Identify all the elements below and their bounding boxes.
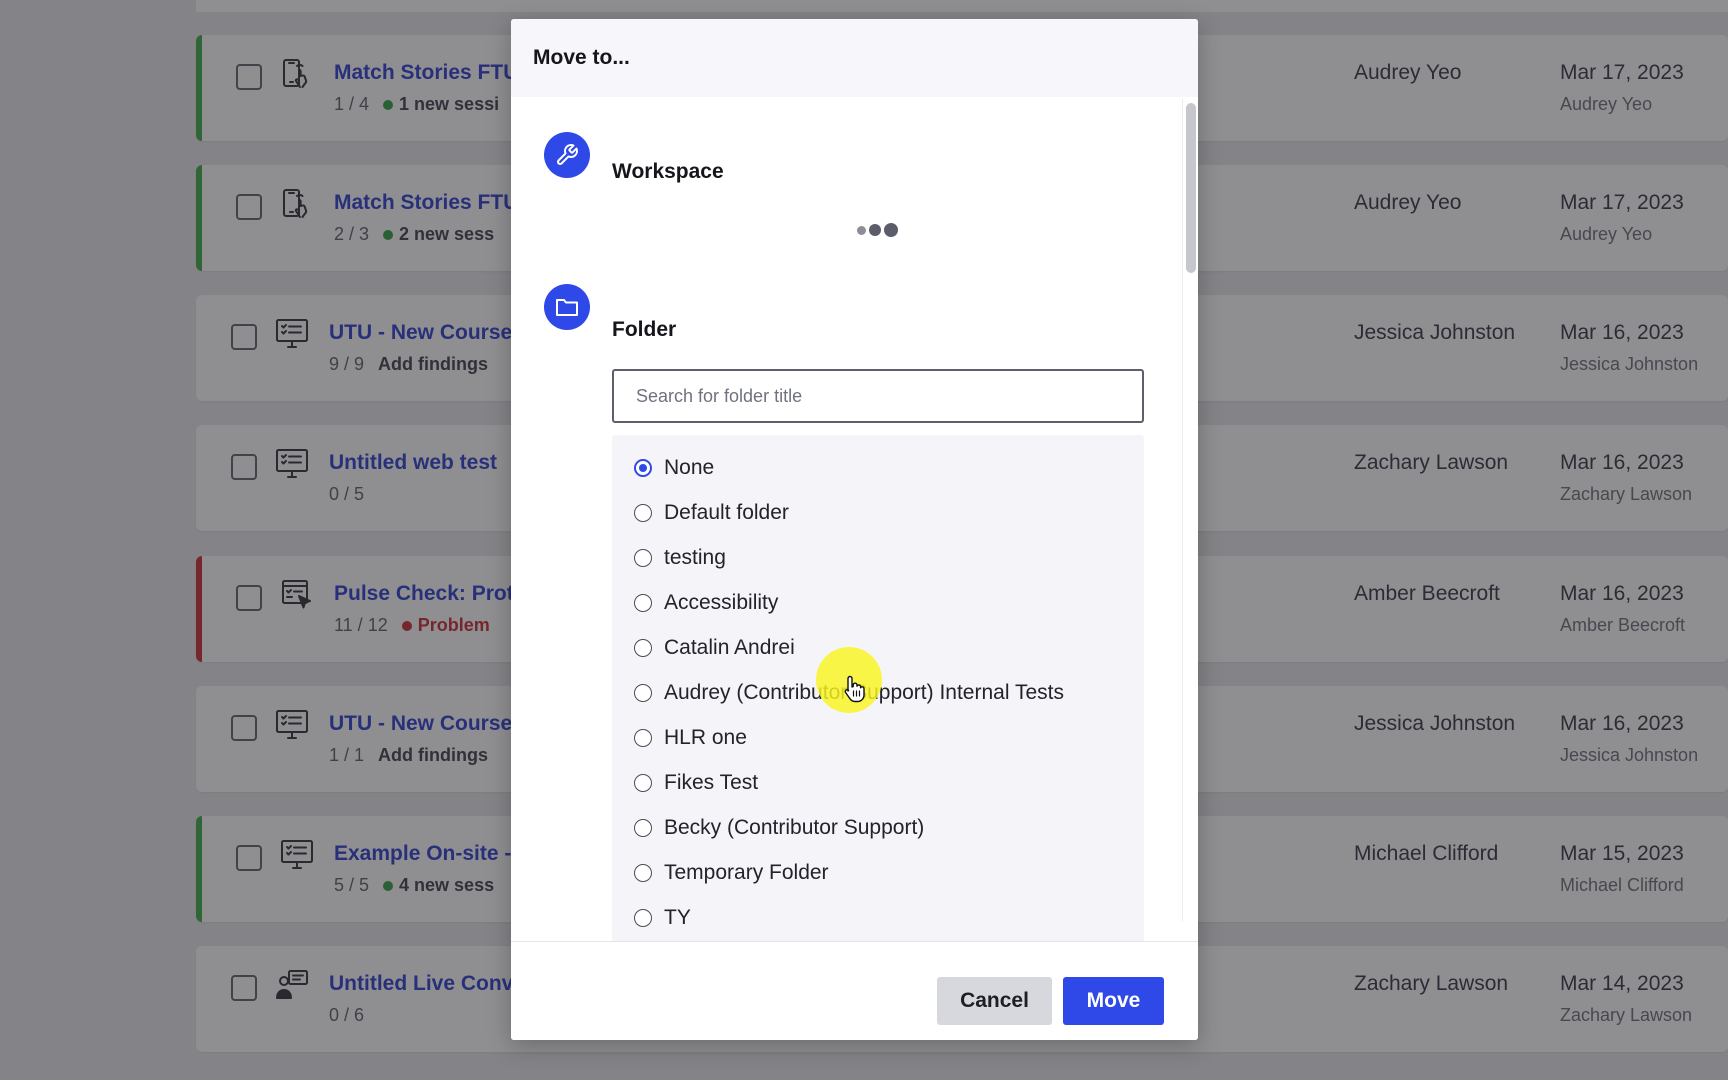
folder-option-label: Becky (Contributor Support) [664,816,925,839]
dialog-scrollbar[interactable] [1182,99,1196,921]
move-to-dialog: Move to... Workspace Folder None Default … [511,19,1198,1040]
folder-option[interactable]: Accessibility [634,588,778,618]
folder-option[interactable]: testing [634,543,726,573]
folder-option[interactable]: None [634,453,714,483]
folder-search-input[interactable] [612,369,1144,423]
folder-option-label: testing [664,546,726,569]
loading-spinner [857,223,898,237]
folder-option-label: HLR one [664,726,747,749]
folder-radio[interactable] [634,819,652,837]
dialog-header: Move to... [511,19,1198,97]
folder-option[interactable]: Fikes Test [634,768,758,798]
folder-radio[interactable] [634,504,652,522]
folder-radio[interactable] [634,684,652,702]
folder-radio[interactable] [634,594,652,612]
folder-icon [544,284,590,330]
folder-option-label: Catalin Andrei [664,636,795,659]
folder-option[interactable]: Default folder [634,498,789,528]
folder-option[interactable]: HLR one [634,723,747,753]
wrench-icon [544,132,590,178]
hand-cursor-icon [844,675,865,703]
folder-radio[interactable] [634,864,652,882]
folder-option[interactable]: Catalin Andrei [634,633,795,663]
folder-option-label: Temporary Folder [664,861,829,884]
folder-option[interactable]: Temporary Folder [634,858,829,888]
folder-radio[interactable] [634,909,652,927]
folder-option[interactable]: TY [634,903,691,933]
folder-radio[interactable] [634,639,652,657]
dialog-title: Move to... [533,46,630,69]
folder-radio[interactable] [634,729,652,747]
folder-option-label: Fikes Test [664,771,759,794]
folder-option-label: Accessibility [664,591,779,614]
folder-label: Folder [612,318,677,341]
scrollbar-thumb[interactable] [1186,103,1196,273]
folder-radio[interactable] [634,459,652,477]
folder-radio[interactable] [634,549,652,567]
folder-option-label: None [664,456,715,479]
dialog-footer: Cancel Move [511,941,1198,1040]
folder-option-label: Default folder [664,501,789,524]
folder-option-label: TY [664,906,691,929]
cancel-button[interactable]: Cancel [937,977,1052,1025]
move-button[interactable]: Move [1063,977,1164,1025]
folder-radio[interactable] [634,774,652,792]
folder-option[interactable]: Becky (Contributor Support) [634,813,924,843]
dialog-body: Workspace Folder None Default folder testi… [511,97,1198,941]
workspace-label: Workspace [612,160,724,183]
